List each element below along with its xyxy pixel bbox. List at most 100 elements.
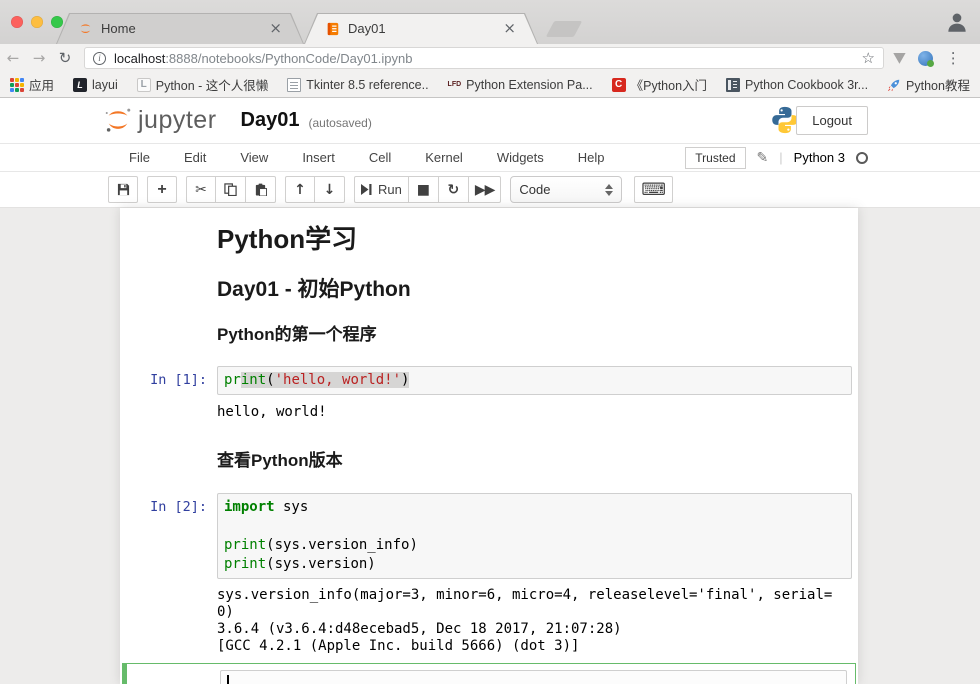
menu-view[interactable]: View <box>223 150 285 165</box>
markdown-heading-3: Python的第一个程序 <box>217 325 858 345</box>
close-tab-icon[interactable]: × <box>503 21 516 36</box>
close-window-button[interactable] <box>11 16 23 28</box>
bookmarks-bar: 应用 L layui L Python - 这个人很懒 Tkinter 8.5 … <box>0 72 980 98</box>
restart-run-all-button[interactable]: ▶▶ <box>469 176 502 203</box>
cut-button[interactable]: ✂ <box>186 176 216 203</box>
code-input[interactable]: import sys print(sys.version_info)print(… <box>217 493 852 579</box>
floppy-icon <box>117 183 130 196</box>
menu-widgets[interactable]: Widgets <box>480 150 561 165</box>
address-input[interactable]: i localhost :8888/notebooks/PythonCode/D… <box>84 47 884 69</box>
cell-output: hello, world! <box>217 404 852 421</box>
rocket-icon <box>887 78 901 92</box>
restart-button[interactable]: ↻ <box>439 176 469 203</box>
bookmark-label: Python Extension Pa... <box>466 78 592 92</box>
bookmark-label: Python教程 <box>906 75 970 94</box>
autosave-status: (autosaved) <box>308 116 371 130</box>
bookmark-label: layui <box>92 78 118 92</box>
stop-button[interactable]: ■ <box>409 176 439 203</box>
move-down-button[interactable]: ↓ <box>315 176 345 203</box>
menu-kernel[interactable]: Kernel <box>408 150 480 165</box>
step-forward-icon <box>361 184 372 195</box>
code-input[interactable]: print('hello, world!') <box>217 366 852 395</box>
profile-icon[interactable] <box>944 9 970 35</box>
copy-icon <box>224 183 237 196</box>
new-tab-button[interactable] <box>546 21 583 37</box>
bookmark-item-extension-packages[interactable]: LFD Python Extension Pa... <box>448 78 593 92</box>
tab-day01[interactable]: Day01 × <box>304 13 538 44</box>
logout-button[interactable]: Logout <box>796 106 868 135</box>
bookmark-label: Tkinter 8.5 reference.. <box>306 78 428 92</box>
arrow-down-icon: ↓ <box>324 182 336 198</box>
code-cell-1[interactable]: In [1]: print('hello, world!') <box>120 366 858 395</box>
tab-home[interactable]: Home × <box>56 13 304 44</box>
restart-icon: ↻ <box>447 182 459 198</box>
menu-edit[interactable]: Edit <box>167 150 223 165</box>
input-prompt: In [2]: <box>120 493 217 515</box>
bookmark-item-layui[interactable]: L layui <box>73 78 118 92</box>
notebook-title[interactable]: Day01 <box>241 109 300 132</box>
reload-button[interactable]: ↻ <box>52 49 78 67</box>
layui-favicon: L <box>73 78 87 92</box>
menu-insert[interactable]: Insert <box>285 150 352 165</box>
globe-extension-icon[interactable] <box>918 51 933 66</box>
extension-v-icon[interactable]: ▼ <box>893 50 905 66</box>
csdn-favicon: C <box>612 78 626 92</box>
apps-grid-icon <box>10 78 24 92</box>
bookmark-star-icon[interactable]: ☆ <box>862 49 875 67</box>
move-up-button[interactable]: ↑ <box>285 176 315 203</box>
bookmark-item-python-intro[interactable]: C 《Python入门 <box>612 75 707 94</box>
notebook-page: Python学习 Day01 - 初始Python Python的第一个程序 I… <box>120 208 858 684</box>
bookmark-item-apps[interactable]: 应用 <box>10 75 54 94</box>
bookmark-item-tkinter[interactable]: Tkinter 8.5 reference.. <box>287 78 428 92</box>
tab-title: Home <box>101 21 269 36</box>
input-prompt: In [1]: <box>120 366 217 388</box>
bookmark-item-cookbook[interactable]: Python Cookbook 3r... <box>726 78 868 92</box>
forward-button[interactable]: → <box>26 49 52 67</box>
tab-title: Day01 <box>348 21 503 36</box>
save-button[interactable] <box>108 176 138 203</box>
menu-help[interactable]: Help <box>561 150 622 165</box>
close-tab-icon[interactable]: × <box>269 21 282 36</box>
run-label: Run <box>378 182 402 197</box>
jupyter-logo[interactable] <box>103 105 133 135</box>
jupyter-favicon <box>78 21 93 36</box>
notebook-scroll-area[interactable]: Python学习 Day01 - 初始Python Python的第一个程序 I… <box>0 208 980 684</box>
bookmark-label: Python - 这个人很懒 <box>156 75 269 94</box>
trusted-badge[interactable]: Trusted <box>685 147 745 169</box>
document-favicon <box>287 78 301 92</box>
code-cell-3-editing[interactable]: In [ ]: <box>122 663 856 684</box>
letter-favicon: L <box>137 78 151 92</box>
scissors-icon: ✂ <box>195 182 207 198</box>
code-input-empty[interactable] <box>220 670 847 684</box>
divider: | <box>779 150 782 165</box>
copy-button[interactable] <box>216 176 246 203</box>
input-prompt: In [ ]: <box>123 670 220 684</box>
jupyter-wordmark[interactable]: jupyter <box>138 106 217 135</box>
markdown-heading-1: Python学习 <box>217 224 858 254</box>
code-cell-2[interactable]: In [2]: import sys print(sys.version_inf… <box>120 493 858 579</box>
site-info-icon[interactable]: i <box>93 52 106 65</box>
bookmark-label: 《Python入门 <box>631 75 707 94</box>
run-button[interactable]: Run <box>354 176 409 203</box>
bookmark-item-python-blog[interactable]: L Python - 这个人很懒 <box>137 75 269 94</box>
kernel-name: Python 3 <box>794 150 845 165</box>
menu-file[interactable]: File <box>112 150 167 165</box>
add-cell-button[interactable]: + <box>147 176 177 203</box>
menu-cell[interactable]: Cell <box>352 150 408 165</box>
stop-icon: ■ <box>417 182 430 198</box>
back-button[interactable]: ← <box>0 49 26 67</box>
markdown-heading-2: Day01 - 初始Python <box>217 278 858 302</box>
select-stepper-icon <box>605 184 613 196</box>
cell-type-select[interactable]: Code <box>510 176 622 203</box>
bookmark-item-python-tutorial[interactable]: Python教程 <box>887 75 970 94</box>
minimize-window-button[interactable] <box>31 16 43 28</box>
markdown-heading-4: 查看Python版本 <box>217 451 858 471</box>
url-path: :8888/notebooks/PythonCode/Day01.ipynb <box>165 51 853 66</box>
browser-titlebar: Home × Day01 × <box>0 0 980 44</box>
browser-menu-icon[interactable]: ⋮ <box>946 49 961 67</box>
cell-output: sys.version_info(major=3, minor=6, micro… <box>217 587 852 655</box>
command-palette-button[interactable]: ⌨ <box>634 176 673 203</box>
address-bar: ← → ↻ i localhost :8888/notebooks/Python… <box>0 44 980 72</box>
paste-button[interactable] <box>246 176 276 203</box>
text-cursor <box>227 675 229 684</box>
